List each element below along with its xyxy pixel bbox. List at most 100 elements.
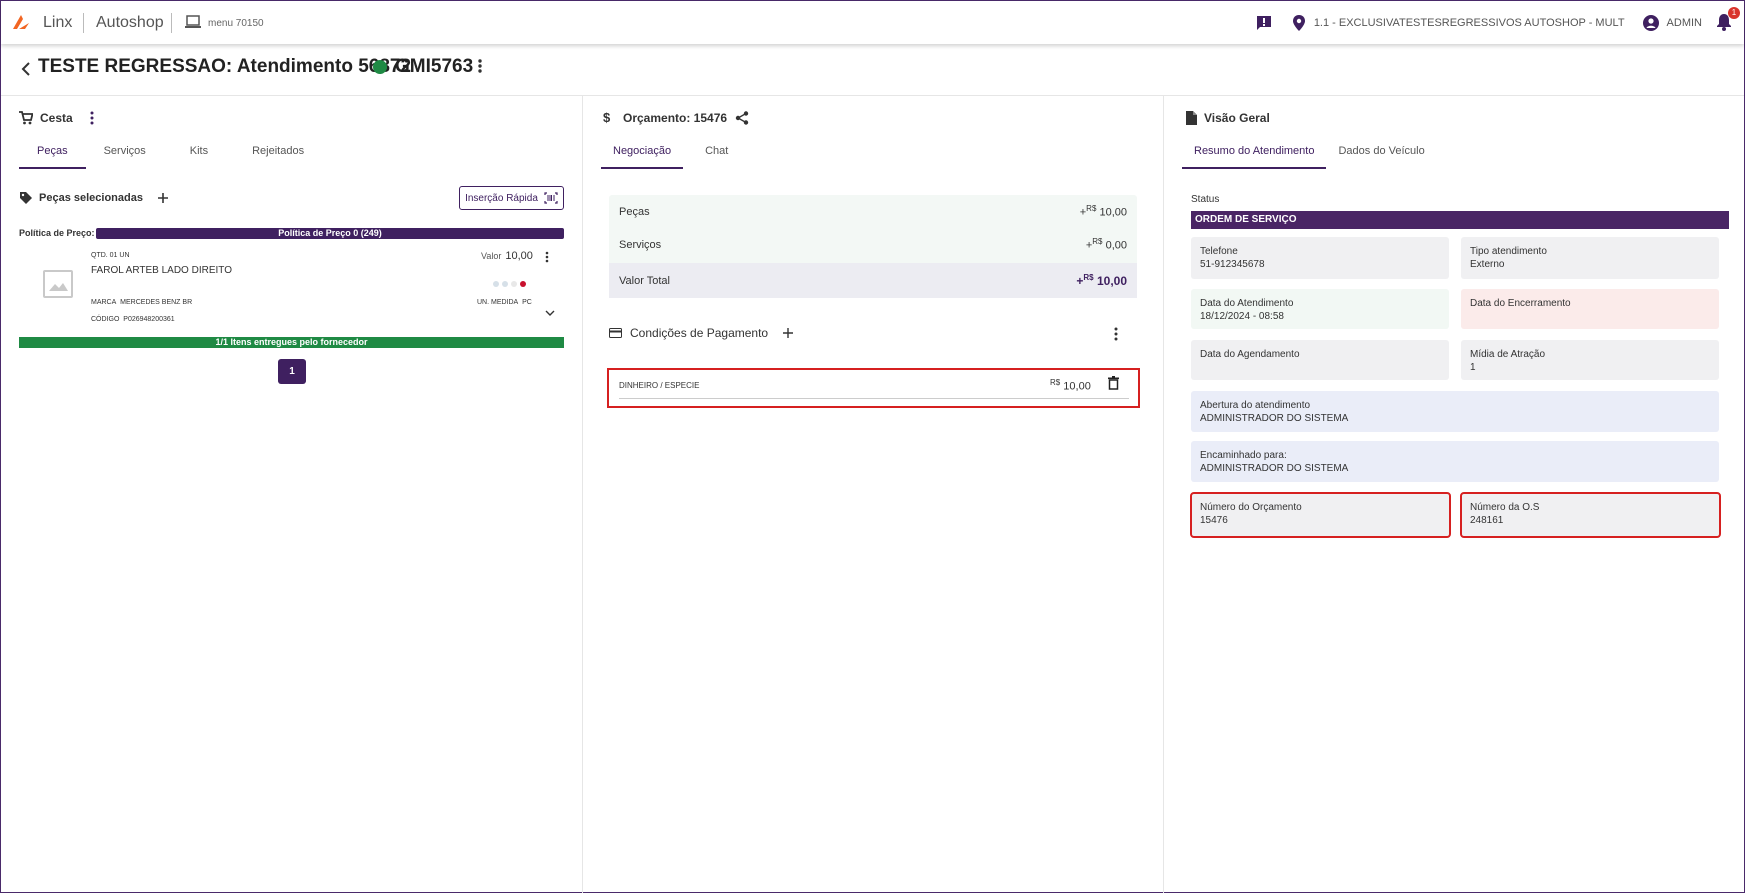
vehicle-plate: GMI5763 [395,56,474,77]
credit-card-icon [609,328,622,338]
status-indicator [373,60,387,74]
un-medida-value: PC [522,299,532,306]
document-icon [1186,111,1197,125]
tab-kits[interactable]: Kits [164,141,234,169]
entregues-bar: 1/1 Itens entregues pelo fornecedor [19,337,564,348]
orcamento-summary: Peças +R$ 10,00 Serviços +R$ 0,00 Valor … [609,195,1137,298]
more-vert-icon[interactable] [89,111,95,125]
brand-name: Linx [43,14,73,31]
peca-item: QTD. 01 UN FAROL ARTEB LADO DIREITO Valo… [19,246,564,326]
summary-label: Peças [619,205,650,218]
card-value: Externo [1470,259,1505,270]
politica-preco-bar[interactable]: Política de Preço 0 (249) [96,228,564,239]
orcamento-panel: $ Orçamento: 15476 Negociação Chat Peças… [583,96,1164,893]
item-status-dots [493,281,526,287]
summary-amount: +R$ 0,00 [1085,237,1127,252]
tab-resumo-atendimento[interactable]: Resumo do Atendimento [1182,141,1327,169]
visao-geral-panel: Visão Geral Resumo do Atendimento Dados … [1164,96,1744,893]
valor-label: Valor [481,251,502,261]
notifications-button[interactable]: 1 [1716,6,1740,33]
more-vert-icon[interactable] [477,58,483,74]
summary-label: Valor Total [619,274,670,287]
notification-badge: 1 [1728,6,1740,19]
marca-label: MARCA [91,299,117,306]
more-vert-icon[interactable] [1113,327,1119,341]
card-numero-os: Número da O.S 248161 [1460,492,1721,538]
linx-logo-icon [13,15,29,29]
summary-amount: +R$ 10,00 [1079,204,1127,219]
orcamento-tabs: Negociação Chat [601,141,750,169]
account-icon[interactable] [1642,14,1659,31]
image-placeholder-icon [43,270,73,298]
cesta-title: Cesta [40,111,73,125]
item-name: FAROL ARTEB LADO DIREITO [91,265,232,276]
insercao-rapida-button[interactable]: Inserção Rápida [459,186,564,210]
item-qtd: QTD. 01 UN [91,252,130,259]
card-data-agendamento: Data do Agendamento [1191,340,1449,380]
insercao-rapida-label: Inserção Rápida [465,192,538,204]
tag-icon [20,192,32,204]
menu-label[interactable]: menu 70150 [208,18,264,29]
item-codigo: CÓDIGO P026948200361 [91,316,175,323]
card-label: Data do Atendimento [1200,298,1294,309]
summary-row-total: Valor Total +R$ 10,00 [609,263,1137,298]
cart-icon [19,111,33,125]
page-button-1[interactable]: 1 [278,359,306,384]
summary-amount: +R$ 10,00 [1076,273,1127,288]
visao-title: Visão Geral [1204,111,1270,125]
card-encaminhado-para: Encaminhado para: ADMINISTRADOR DO SISTE… [1191,441,1719,482]
item-marca: MARCA MERCEDES BENZ BR [91,299,192,306]
item-un-medida: UN. MEDIDA PC [477,299,532,306]
laptop-icon[interactable] [184,15,202,29]
tab-dados-veiculo[interactable]: Dados do Veículo [1326,141,1436,169]
pecas-selecionadas-header: Peças selecionadas [19,191,169,205]
payment-row[interactable]: DINHEIRO / ESPECIE R$ 10,00 [607,368,1140,408]
chevron-left-icon [21,62,30,76]
card-tipo-atendimento: Tipo atendimento Externo [1461,237,1719,279]
politica-label: Política de Preço: [19,228,95,238]
location-label[interactable]: 1.1 - EXCLUSIVATESTESREGRESSIVOS AUTOSHO… [1314,17,1625,29]
summary-row-pecas: Peças +R$ 10,00 [609,195,1137,228]
status-label: Status [1191,194,1220,205]
card-value: ADMINISTRADOR DO SISTEMA [1200,413,1349,424]
chevron-down-icon[interactable] [545,310,555,317]
card-value: 1 [1470,362,1476,373]
condicoes-title: Condições de Pagamento [630,326,769,340]
card-label: Data do Encerramento [1470,298,1571,309]
app-name: Autoshop [96,14,164,31]
summary-label: Serviços [619,238,662,251]
trash-icon[interactable] [1108,376,1119,390]
orcamento-title: Orçamento: 15476 [623,111,728,125]
card-value: 51-912345678 [1200,259,1265,270]
page-header: TESTE REGRESSAO: Atendimento 56872 GMI57… [1,44,1744,96]
card-data-atendimento: Data do Atendimento 18/12/2024 - 08:58 [1191,289,1449,329]
codigo-value: P026948200361 [123,316,175,323]
status-value: ORDEM DE SERVIÇO [1191,211,1729,229]
card-data-encerramento: Data do Encerramento [1461,289,1719,329]
add-icon[interactable] [157,192,169,204]
location-pin-icon [1292,14,1305,31]
card-value: 15476 [1200,515,1228,526]
card-telefone: Telefone 51-912345678 [1191,237,1449,279]
barcode-scan-icon [544,192,558,204]
top-bar: Linx Autoshop menu 70150 1.1 - EXCLUSIVA… [1,1,1744,44]
tab-negociacao[interactable]: Negociação [601,141,684,169]
add-icon[interactable] [782,327,794,339]
card-abertura-atendimento: Abertura do atendimento ADMINISTRADOR DO… [1191,391,1719,432]
chat-feedback-icon[interactable] [1256,15,1272,31]
valor-value: 10,00 [505,250,533,262]
divider [83,13,84,33]
card-label: Número do Orçamento [1200,502,1302,513]
card-value: 18/12/2024 - 08:58 [1200,311,1284,322]
user-name[interactable]: ADMIN [1667,17,1702,29]
more-vert-icon[interactable] [544,251,550,263]
tab-servicos[interactable]: Serviços [86,141,164,169]
back-button[interactable] [21,59,31,81]
tab-rejeitados[interactable]: Rejeitados [234,141,322,169]
payment-value: R$ 10,00 [1050,378,1091,393]
share-icon[interactable] [735,111,749,125]
marca-value: MERCEDES BENZ BR [120,299,193,306]
tab-chat[interactable]: Chat [683,141,750,169]
tab-pecas[interactable]: Peças [19,141,86,169]
page-title: TESTE REGRESSAO: Atendimento 56872 [38,56,412,77]
